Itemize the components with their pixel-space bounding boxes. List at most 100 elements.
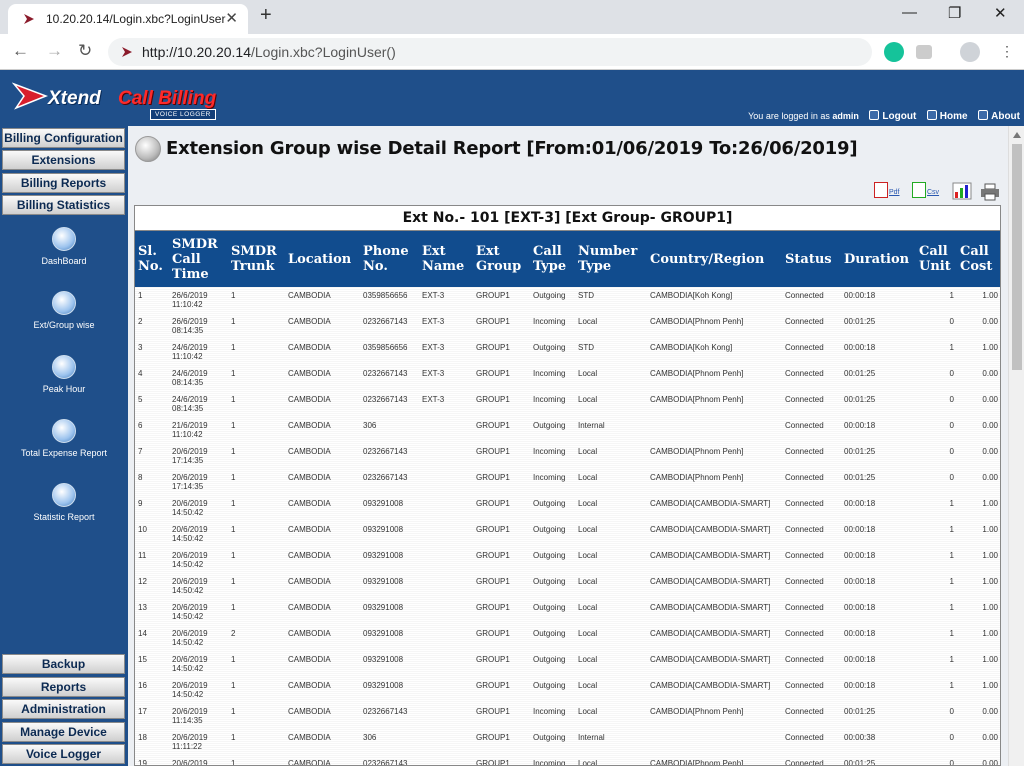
browser-tab[interactable]: 10.20.20.14/Login.xbc?LoginUser() ✕: [8, 4, 248, 34]
table-cell: 0: [949, 733, 954, 742]
reload-icon[interactable]: ↻: [78, 41, 92, 61]
nav-statistic-report[interactable]: Statistic Report: [0, 483, 128, 522]
table-cell: 1: [231, 707, 236, 716]
table-cell: Connected: [785, 421, 824, 430]
export-pdf-link[interactable]: Pdf: [874, 182, 900, 198]
table-cell: GROUP1: [476, 317, 510, 326]
table-cell: [419, 547, 473, 573]
scroll-up-icon[interactable]: [1013, 132, 1021, 138]
table-cell: [419, 599, 473, 625]
close-tab-icon[interactable]: ✕: [225, 9, 238, 27]
restore-icon[interactable]: ❐: [948, 4, 961, 22]
column-header: Call Unit: [916, 231, 957, 287]
table-cell: GROUP1: [476, 551, 510, 560]
nav-peak-hour[interactable]: Peak Hour: [0, 355, 128, 394]
table-cell: 20/6/2019 17:14:35: [172, 473, 208, 491]
table-cell: 1: [949, 655, 954, 664]
table-cell: 1: [231, 317, 236, 326]
table-cell: 0232667143: [363, 369, 408, 378]
table-cell: 00:00:18: [844, 551, 876, 560]
table-cell: 11: [138, 551, 147, 560]
table-cell: CAMBODIA: [288, 681, 331, 690]
table-cell: CAMBODIA[Phnom Penh]: [650, 473, 744, 482]
table-cell: 00:01:25: [844, 369, 876, 378]
about-link[interactable]: About: [978, 110, 1020, 122]
table-cell: 0232667143: [363, 707, 408, 716]
table-cell: 3: [138, 343, 143, 352]
table-cell: 00:00:18: [844, 499, 876, 508]
minimize-icon[interactable]: —: [902, 4, 917, 21]
close-window-icon[interactable]: ✕: [994, 4, 1007, 22]
ext-group-icon: [52, 291, 76, 315]
table-cell: [419, 495, 473, 521]
table-cell: Local: [578, 681, 598, 690]
table-cell: 17: [138, 707, 147, 716]
back-icon[interactable]: ←: [12, 41, 29, 61]
table-row: 4 24/6/2019 08:14:35 1 CAMBODIA 0232667143 EX…: [135, 365, 1000, 391]
table-cell: 0: [949, 473, 954, 482]
table-cell: 1: [949, 577, 954, 586]
vertical-scrollbar[interactable]: [1008, 126, 1024, 766]
table-cell: 1.00: [982, 629, 998, 638]
grammarly-extension-icon[interactable]: [884, 42, 904, 62]
nav-dashboard[interactable]: DashBoard: [0, 227, 128, 266]
table-cell: 093291008: [363, 551, 404, 560]
table-cell: [419, 417, 473, 443]
table-cell: 10: [138, 525, 147, 534]
menu-reports[interactable]: Reports: [2, 677, 125, 697]
browser-menu-icon[interactable]: ⋮: [1000, 43, 1014, 60]
table-cell: Local: [578, 655, 598, 664]
table-cell: 21/6/2019 11:10:42: [172, 421, 208, 439]
menu-manage-device[interactable]: Manage Device: [2, 722, 125, 742]
scroll-thumb[interactable]: [1012, 144, 1022, 370]
home-link[interactable]: Home: [926, 110, 968, 122]
menu-backup[interactable]: Backup: [2, 654, 125, 674]
logout-link[interactable]: Logout: [869, 110, 916, 122]
menu-extensions[interactable]: Extensions: [2, 150, 125, 170]
camera-icon[interactable]: [916, 45, 932, 59]
table-cell: GROUP1: [476, 629, 510, 638]
table-cell: Outgoing: [533, 629, 566, 638]
table-row: 19 20/6/2019 1 CAMBODIA 0232667143 GROUP1 Inco…: [135, 755, 1000, 766]
print-icon[interactable]: [980, 183, 1000, 201]
table-cell: 1: [231, 473, 236, 482]
table-cell: 20/6/2019 14:50:42: [172, 629, 208, 647]
table-cell: CAMBODIA[CAMBODIA-SMART]: [650, 551, 771, 560]
table-cell: Local: [578, 525, 598, 534]
chart-icon[interactable]: [952, 182, 972, 200]
table-cell: CAMBODIA[Phnom Penh]: [650, 759, 744, 766]
table-cell: 20/6/2019 14:50:42: [172, 499, 208, 517]
nav-ext-group-wise[interactable]: Ext/Group wise: [0, 291, 128, 330]
table-cell: GROUP1: [476, 395, 510, 404]
table-cell: 1: [231, 733, 236, 742]
table-cell: GROUP1: [476, 577, 510, 586]
table-cell: EXT-3: [422, 395, 445, 404]
menu-billing-configuration[interactable]: Billing Configuration: [2, 128, 125, 148]
column-header: Duration: [841, 231, 916, 287]
menu-billing-reports[interactable]: Billing Reports: [2, 173, 125, 193]
table-cell: Incoming: [533, 369, 566, 378]
address-bar[interactable]: http://10.20.20.14/Login.xbc?LoginUser(): [108, 38, 872, 66]
profile-avatar-icon[interactable]: [960, 42, 980, 62]
browser-toolbar: ← → ↻ http://10.20.20.14/Login.xbc?Login…: [0, 34, 1024, 70]
table-row: 7 20/6/2019 17:14:35 1 CAMBODIA 0232667143 GR…: [135, 443, 1000, 469]
new-tab-icon[interactable]: +: [260, 4, 272, 27]
menu-administration[interactable]: Administration: [2, 699, 125, 719]
table-cell: CAMBODIA: [288, 369, 331, 378]
url-text: http://10.20.20.14/Login.xbc?LoginUser(): [142, 44, 396, 60]
table-cell: STD: [578, 291, 594, 300]
table-cell: EXT-3: [422, 317, 445, 326]
nav-total-expense-report[interactable]: Total Expense Report: [0, 419, 128, 458]
table-cell: [419, 703, 473, 729]
table-row: 2 26/6/2019 08:14:35 1 CAMBODIA 0232667143 EX…: [135, 313, 1000, 339]
forward-icon[interactable]: →: [46, 41, 63, 61]
table-cell: 26/6/2019 11:10:42: [172, 291, 208, 309]
table-cell: 20/6/2019 14:50:42: [172, 681, 208, 699]
table-cell: [419, 573, 473, 599]
table-cell: CAMBODIA[CAMBODIA-SMART]: [650, 499, 771, 508]
menu-voice-logger[interactable]: Voice Logger: [2, 744, 125, 764]
export-csv-link[interactable]: Csv: [912, 182, 939, 198]
table-cell: 1: [231, 655, 236, 664]
menu-billing-statistics[interactable]: Billing Statistics: [2, 195, 125, 215]
table-cell: 1: [231, 343, 236, 352]
